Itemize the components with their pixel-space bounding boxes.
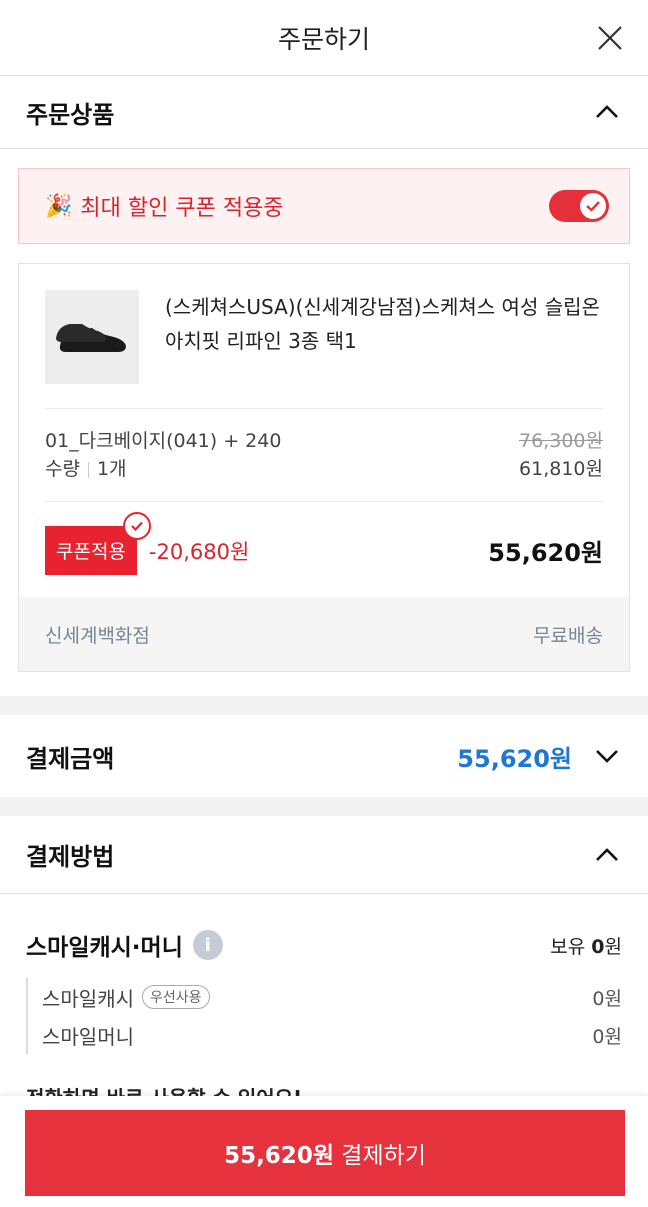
payment-amount-header[interactable]: 결제금액 55,620원 — [0, 715, 648, 797]
bottom-bar: 55,620원 결제하기 — [0, 1096, 648, 1207]
chevron-down-icon[interactable] — [592, 741, 622, 771]
page-title: 주문하기 — [277, 24, 370, 54]
shipping-info: 무료배송 — [533, 624, 603, 647]
qty-label: 수량 — [45, 458, 80, 480]
pay-button-amount: 55,620원 — [224, 1143, 334, 1169]
coupon-toggle[interactable] — [549, 190, 609, 222]
coupon-apply-button[interactable]: 쿠폰적용 — [45, 512, 151, 575]
divider — [87, 461, 89, 478]
payment-method-header[interactable]: 결제방법 — [0, 816, 648, 894]
seller-name: 신세계백화점 — [45, 624, 150, 647]
smile-cash-list: 스마일캐시 우선사용 0원 스마일머니 0원 — [26, 978, 622, 1054]
shoe-icon — [56, 324, 126, 352]
payment-amount-title: 결제금액 — [26, 744, 115, 773]
product-name[interactable]: (스케쳐스USA)(신세계강남점)스케쳐스 여성 슬립온 아치핏 리파인 3종 … — [165, 290, 603, 384]
page-header: 주문하기 — [0, 0, 648, 76]
payment-method-title: 결제방법 — [26, 843, 115, 871]
order-items-header[interactable]: 주문상품 — [0, 76, 648, 148]
owned-balance: 보유 0원 — [550, 935, 622, 958]
check-icon — [122, 512, 151, 540]
smile-money-value: 0원 — [592, 1025, 622, 1048]
priority-badge: 우선사용 — [142, 985, 210, 1009]
section-gap — [0, 797, 648, 816]
chevron-up-icon[interactable] — [592, 840, 622, 870]
smile-cash-label: 스마일캐시 — [42, 986, 134, 1011]
payment-amount-value: 55,620원 — [457, 744, 572, 773]
final-price: 55,620원 — [488, 539, 603, 567]
option-text: 01_다크베이지(041) + 240 — [45, 430, 282, 452]
list-item: 스마일머니 0원 — [42, 1016, 622, 1054]
product-option: 01_다크베이지(041) + 240 76,300원 수량 1개 61,810원 — [19, 409, 629, 501]
product-thumbnail[interactable] — [45, 290, 139, 384]
product-card: (스케쳐스USA)(신세계강남점)스케쳐스 여성 슬립온 아치핏 리파인 3종 … — [18, 263, 630, 672]
qty-value: 1개 — [96, 458, 127, 480]
coupon-banner-text: 최대 할인 쿠폰 적용중 — [80, 196, 284, 221]
chevron-up-icon[interactable] — [592, 97, 622, 127]
shipping-row: 신세계백화점 무료배송 — [19, 597, 629, 671]
info-icon[interactable]: i — [192, 930, 223, 960]
section-gap — [0, 696, 648, 715]
pay-button-label: 결제하기 — [341, 1143, 426, 1169]
coupon-discount-row: 쿠폰적용 -20,680원 55,620원 — [19, 502, 629, 597]
smile-cash-header: 스마일캐시·머니 i 보유 0원 — [0, 894, 648, 962]
check-icon — [580, 193, 606, 219]
close-icon[interactable] — [594, 22, 626, 54]
order-items-title: 주문상품 — [26, 100, 115, 129]
discount-amount: -20,680원 — [148, 539, 250, 564]
divider — [0, 148, 648, 149]
smile-cash-value: 0원 — [592, 987, 622, 1010]
smile-cash-title: 스마일캐시·머니 — [26, 935, 183, 961]
list-item: 스마일캐시 우선사용 0원 — [42, 978, 622, 1016]
sale-price: 61,810원 — [519, 458, 603, 480]
party-popper-icon: 🎉 — [45, 193, 73, 219]
smile-money-label: 스마일머니 — [42, 1024, 134, 1049]
quantity: 수량 1개 — [45, 455, 127, 483]
coupon-apply-label: 쿠폰적용 — [56, 541, 126, 563]
original-price: 76,300원 — [519, 430, 603, 452]
coupon-banner: 🎉 최대 할인 쿠폰 적용중 — [18, 168, 630, 244]
pay-button[interactable]: 55,620원 결제하기 — [25, 1110, 625, 1196]
